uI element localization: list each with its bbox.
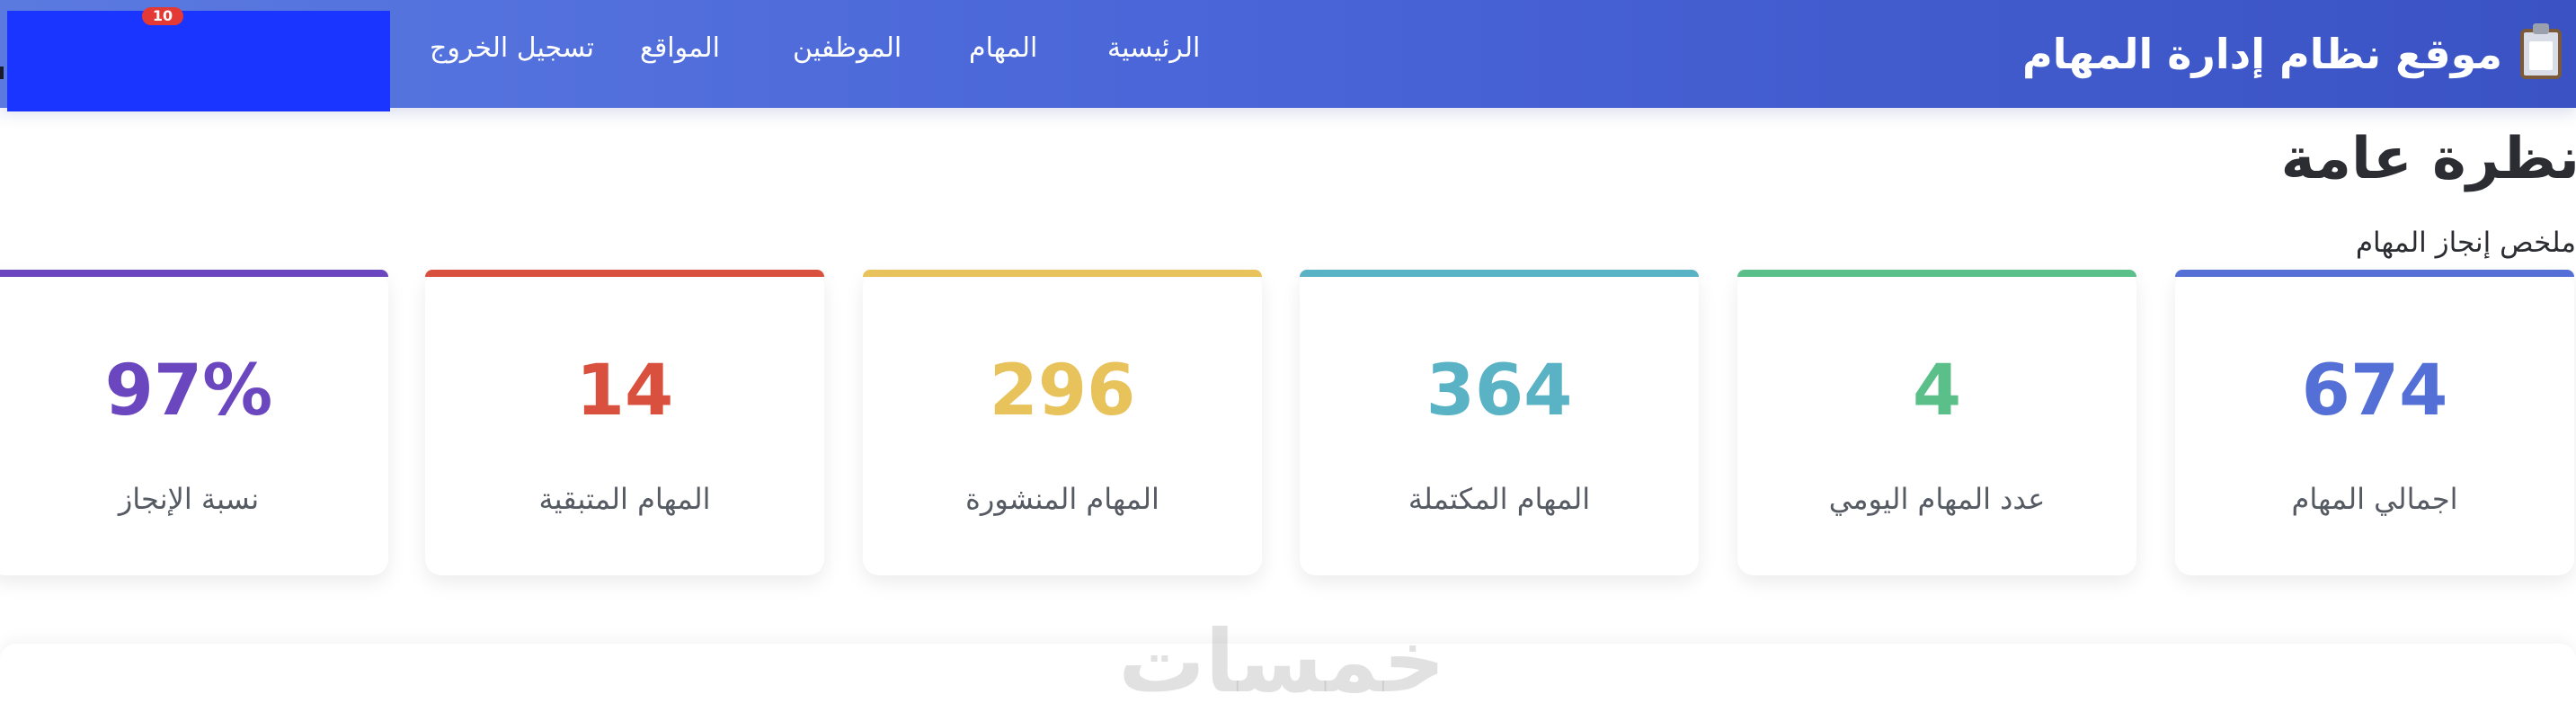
card-accent — [1300, 270, 1699, 277]
card-accent — [425, 270, 824, 277]
stat-label: عدد المهام اليومي — [1828, 482, 2046, 516]
user-menu[interactable]: 10 — [7, 7, 390, 111]
brand[interactable]: موقع نظام إدارة المهام — [2022, 22, 2562, 86]
card-accent — [863, 270, 1262, 277]
stat-value: 674 — [2301, 351, 2448, 432]
clipboard-icon — [2520, 23, 2562, 79]
stat-card-total-tasks: 674 اجمالي المهام — [2175, 270, 2574, 575]
stat-value: 14 — [575, 351, 674, 432]
brand-title: موقع نظام إدارة المهام — [2022, 30, 2502, 78]
card-accent — [0, 270, 388, 277]
notification-badge[interactable]: 10 — [142, 7, 183, 25]
stat-card-completed-tasks: 364 المهام المكتملة — [1300, 270, 1699, 575]
nav-employees[interactable]: الموظفين — [793, 32, 902, 64]
stat-label: اجمالي المهام — [2291, 482, 2458, 516]
stat-label: نسبة الإنجاز — [118, 482, 260, 516]
top-navbar: موقع نظام إدارة المهام الرئيسية المهام ا… — [0, 0, 2576, 111]
nav-logout[interactable]: تسجيل الخروج — [430, 32, 594, 64]
stat-label: المهام المكتملة — [1408, 482, 1591, 516]
stat-label: المهام المنشورة — [965, 482, 1159, 516]
stat-value: 364 — [1426, 351, 1573, 432]
page-title: نظرة عامة — [2280, 126, 2576, 192]
card-accent — [1737, 270, 2136, 277]
stat-card-daily-tasks: 4 عدد المهام اليومي — [1737, 270, 2136, 575]
stat-label: المهام المتبقية — [538, 482, 711, 516]
dashboard-page: موقع نظام إدارة المهام الرئيسية المهام ا… — [0, 0, 2576, 703]
stat-card-published-tasks: 296 المهام المنشورة — [863, 270, 1262, 575]
stat-card-remaining-tasks: 14 المهام المتبقية — [425, 270, 824, 575]
stat-card-completion-rate: 97% نسبة الإنجاز — [0, 270, 388, 575]
stat-value: 296 — [989, 351, 1136, 432]
menu-edge-marker — [0, 67, 4, 79]
stat-value: 97% — [104, 351, 273, 432]
card-accent — [2175, 270, 2574, 277]
nav-home[interactable]: الرئيسية — [1107, 32, 1200, 64]
watermark-logo: خمسات — [1118, 611, 1445, 703]
stat-value: 4 — [1912, 351, 1962, 432]
nav-sites[interactable]: المواقع — [640, 32, 720, 64]
page-subtitle: ملخص إنجاز المهام — [2355, 227, 2576, 259]
nav-tasks[interactable]: المهام — [969, 32, 1037, 64]
